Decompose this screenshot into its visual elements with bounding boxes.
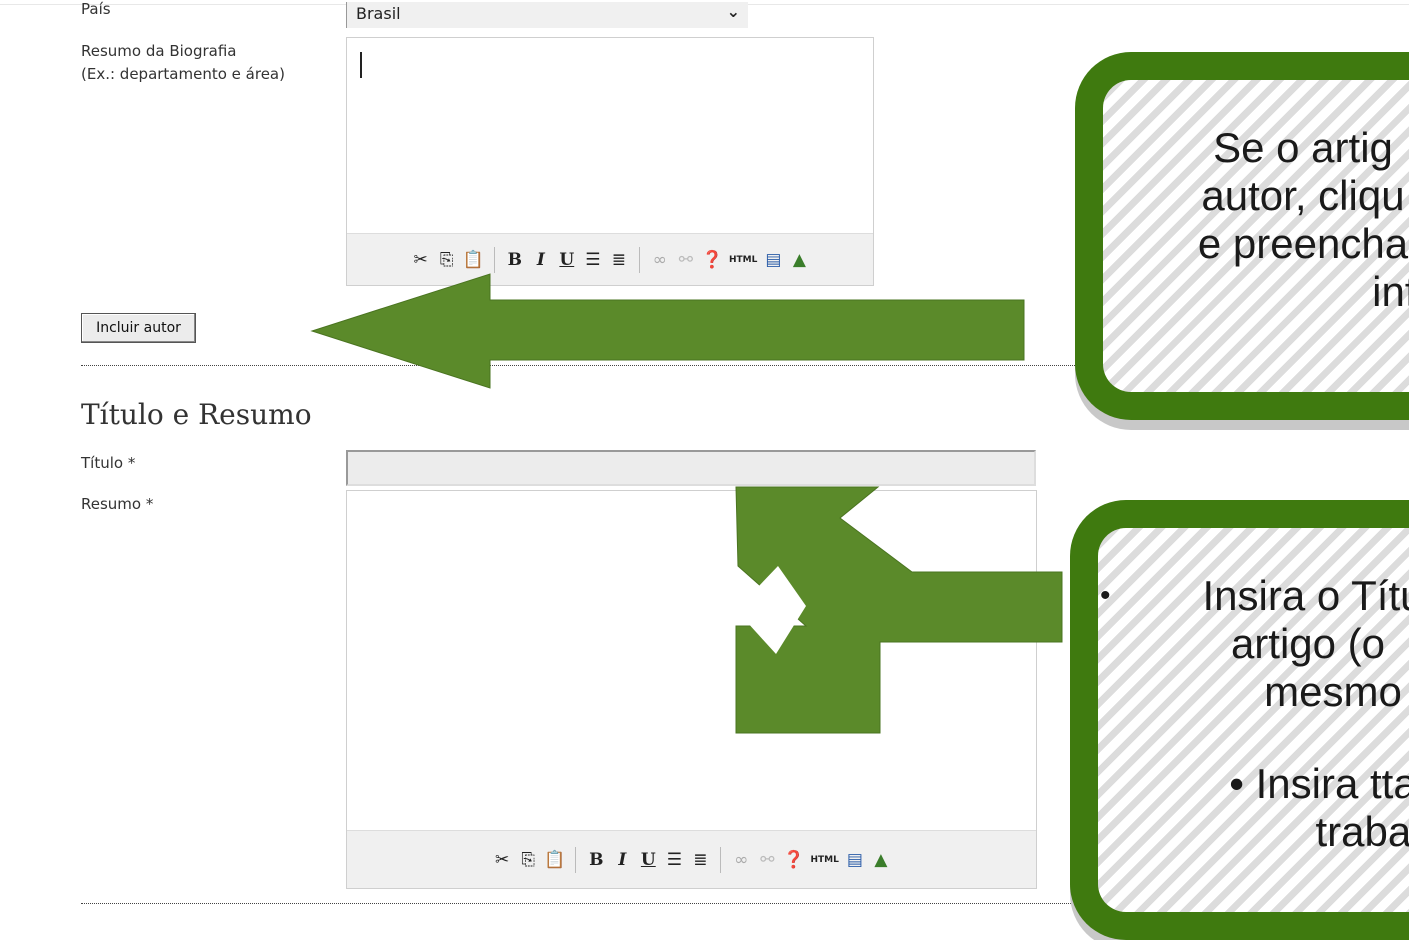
- callout-title-abstract: • Insira o Títu artigo (o mesmo • Insira…: [1070, 500, 1409, 940]
- callout-spacer: [1098, 716, 1409, 760]
- callout-line: mesmo: [1098, 668, 1409, 716]
- callout-text: • Insira o Títu artigo (o mesmo • Insira…: [1098, 572, 1409, 856]
- callout-add-author: Se o artig autor, cliqu e preencha infor: [1075, 52, 1409, 420]
- callout-line: e preencha: [1103, 220, 1409, 268]
- callout-line: trabal: [1098, 808, 1409, 856]
- callout-line: • Insira tta: [1098, 760, 1409, 808]
- left-arrow-shape: [312, 274, 1024, 388]
- callout-line: Se o artig: [1103, 124, 1409, 172]
- callout-text: Se o artig autor, cliqu e preencha infor: [1103, 124, 1409, 316]
- bullet-icon: •: [1100, 572, 1111, 620]
- callout-line: autor, cliqu: [1103, 172, 1409, 220]
- callout-line: infor: [1103, 268, 1409, 316]
- callout-line: Insira o Títu: [1153, 572, 1409, 620]
- callout-line: artigo (o: [1098, 620, 1409, 668]
